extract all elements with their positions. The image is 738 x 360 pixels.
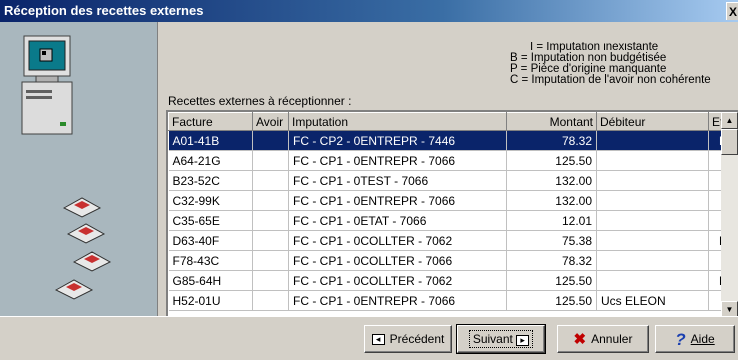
cell-debiteur <box>596 150 709 171</box>
cell-debiteur <box>596 230 709 251</box>
cell-debiteur <box>596 210 709 231</box>
window-title: Réception des recettes externes <box>4 3 204 18</box>
table-row[interactable]: D63-40FFC - CP1 - 0COLLTER - 706275.38B <box>168 230 738 251</box>
list-caption: Recettes externes à réceptionner : <box>168 94 352 108</box>
cell-debiteur <box>596 250 709 271</box>
cell-montant: 132.00 <box>506 170 597 191</box>
red-x-icon: ✖ <box>573 330 587 348</box>
cell-avoir <box>252 190 289 211</box>
column-header-avoir[interactable]: Avoir <box>252 112 289 131</box>
cell-facture: H52-01U <box>168 290 253 311</box>
cell-debiteur <box>596 170 709 191</box>
legend-line: C = Imputation de l'avoir non cohérente <box>510 74 711 86</box>
floppy-disk-icon <box>62 197 102 218</box>
cell-montant: 78.32 <box>506 130 597 151</box>
table-row[interactable]: C35-65E FC - CP1 - 0ETAT - 7066 12.01 <box>168 210 738 231</box>
cell-imputation: FC - CP1 - 0ENTREPR - 7066 <box>288 150 507 171</box>
floppy-disk-icon <box>54 279 94 300</box>
table-row[interactable]: G85-64HFC - CP1 - 0COLLTER - 7062125.50B <box>168 270 738 291</box>
floppy-disk-icon <box>72 251 112 272</box>
button-bar: ◂ Précédent Suivant ▸ ✖ Annuler ? Aide <box>0 316 738 360</box>
cell-facture: A01-41B <box>168 130 253 151</box>
close-icon[interactable]: X <box>726 2 738 20</box>
nav-previous-icon: ◂ <box>371 333 385 345</box>
cell-imputation: FC - CP1 - 0TEST - 7066 <box>288 170 507 191</box>
nav-next-icon: ▸ <box>516 335 530 346</box>
main-panel: I = Imputation inexistante B = Imputatio… <box>158 22 738 316</box>
cell-debiteur <box>596 130 709 151</box>
next-focus-rect: Suivant ▸ <box>468 330 534 348</box>
column-header-imputation[interactable]: Imputation <box>288 112 507 131</box>
table-row[interactable]: B23-52CFC - CP1 - 0TEST - 7066132.00I <box>168 170 738 191</box>
table-row[interactable]: A01-41BFC - CP2 - 0ENTREPR - 744678.32B <box>168 130 738 151</box>
cell-avoir <box>252 170 289 191</box>
cell-facture: B23-52C <box>168 170 253 191</box>
cell-montant: 125.50 <box>506 150 597 171</box>
scroll-thumb[interactable] <box>721 129 738 155</box>
question-mark-icon: ? <box>675 329 686 349</box>
title-bar: Réception des recettes externes X <box>0 0 738 22</box>
cell-imputation: FC - CP1 - 0COLLTER - 7062 <box>288 230 507 251</box>
scroll-down-icon[interactable]: ▼ <box>721 301 738 316</box>
cell-avoir <box>252 130 289 151</box>
cell-imputation: FC - CP1 - 0COLLTER - 7066 <box>288 250 507 271</box>
cell-montant: 75.38 <box>506 230 597 251</box>
previous-button[interactable]: ◂ Précédent <box>364 325 452 353</box>
left-illustration-panel <box>0 22 158 316</box>
cell-facture: D63-40F <box>168 230 253 251</box>
cell-montant: 78.32 <box>506 250 597 271</box>
column-header-montant[interactable]: Montant <box>506 112 597 131</box>
column-header-facture[interactable]: Facture <box>168 112 253 131</box>
computer-icon <box>21 35 73 135</box>
vertical-scrollbar[interactable]: ▲ ▼ <box>721 112 738 316</box>
cell-montant: 12.01 <box>506 210 597 231</box>
help-label: Aide <box>690 332 715 346</box>
help-button[interactable]: ? Aide <box>655 325 735 353</box>
cell-montant: 125.50 <box>506 270 597 291</box>
table-row[interactable]: F78-43C FC - CP1 - 0COLLTER - 7066 78.32 <box>168 250 738 271</box>
grid-header: Facture Avoir Imputation Montant Débiteu… <box>168 112 738 131</box>
cell-facture: G85-64H <box>168 270 253 291</box>
status-legend: I = Imputation inexistante B = Imputatio… <box>510 42 738 86</box>
cell-avoir <box>252 270 289 291</box>
cell-facture: C32-99K <box>168 190 253 211</box>
next-label: Suivant <box>472 332 513 346</box>
column-header-debiteur[interactable]: Débiteur <box>596 112 709 131</box>
cell-avoir <box>252 230 289 251</box>
cell-avoir <box>252 210 289 231</box>
cancel-label: Annuler <box>591 332 633 346</box>
cell-debiteur <box>596 270 709 291</box>
scroll-up-icon[interactable]: ▲ <box>721 112 738 129</box>
previous-label: Précédent <box>389 332 445 346</box>
cell-debiteur <box>596 190 709 211</box>
cell-imputation: FC - CP1 - 0COLLTER - 7062 <box>288 270 507 291</box>
table-row[interactable]: H52-01U FC - CP1 - 0ENTREPR - 7066 125.50 U… <box>168 290 738 311</box>
cell-facture: C35-65E <box>168 210 253 231</box>
cell-imputation: FC - CP1 - 0ENTREPR - 7066 <box>288 190 507 211</box>
table-row[interactable]: C32-99K FC - CP1 - 0ENTREPR - 7066 132.00 <box>168 190 738 211</box>
floppy-disk-icon <box>66 223 106 244</box>
invoice-grid[interactable]: Facture Avoir Imputation Montant Débiteu… <box>166 110 738 316</box>
cell-montant: 125.50 <box>506 290 597 311</box>
cell-imputation: FC - CP1 - 0ETAT - 7066 <box>288 210 507 231</box>
cell-facture: F78-43C <box>168 250 253 271</box>
table-row[interactable]: A64-21G FC - CP1 - 0ENTREPR - 7066 125.50 <box>168 150 738 171</box>
cell-imputation: FC - CP2 - 0ENTREPR - 7446 <box>288 130 507 151</box>
cell-avoir <box>252 290 289 311</box>
cell-imputation: FC - CP1 - 0ENTREPR - 7066 <box>288 290 507 311</box>
cell-avoir <box>252 250 289 271</box>
cell-avoir <box>252 150 289 171</box>
cell-facture: A64-21G <box>168 150 253 171</box>
cell-debiteur: Ucs ELEON <box>596 290 709 311</box>
cell-montant: 132.00 <box>506 190 597 211</box>
next-button[interactable]: Suivant ▸ <box>456 324 546 354</box>
cancel-button[interactable]: ✖ Annuler <box>557 325 649 353</box>
